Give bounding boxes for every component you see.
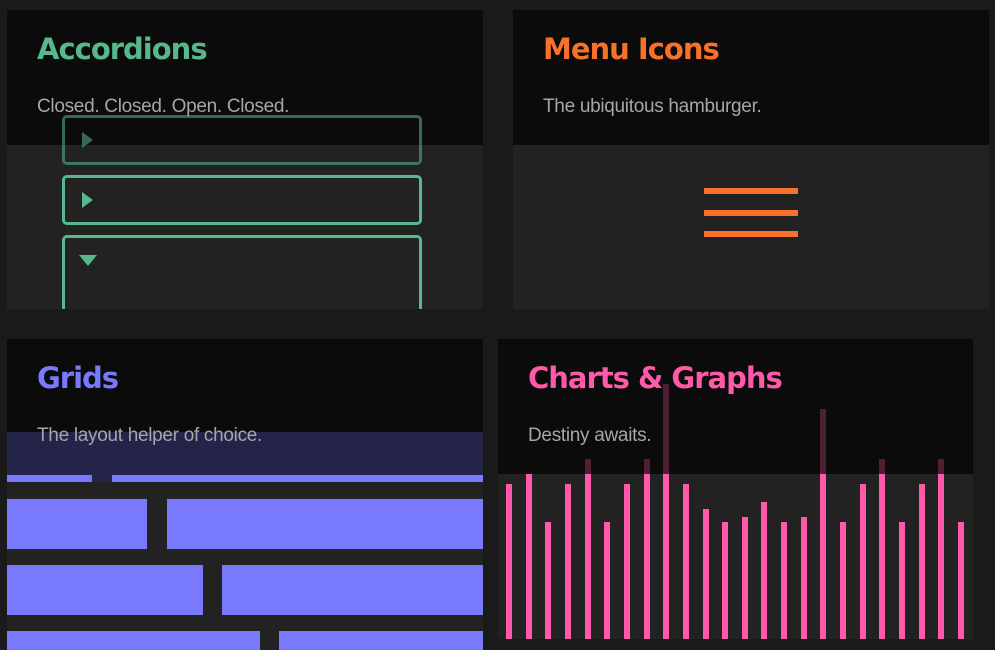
triangle-down-icon [79,255,97,266]
chart-bar [918,484,925,639]
chart-bar [761,502,768,639]
card-description: The ubiquitous hamburger. [543,96,762,117]
card-description: Closed. Closed. Open. Closed. [37,96,290,117]
accordion-item-1[interactable] [62,115,422,165]
card-description: The layout helper of choice. [37,425,263,446]
chart-bar [741,517,748,639]
hamburger-bar [704,210,798,216]
chart-bar [702,509,709,639]
chart-bar [820,474,827,639]
accordion-item-3[interactable] [62,235,422,309]
chart-bar [506,484,512,639]
card-title: Grids [37,361,119,395]
grids-card[interactable]: Grids The layout helper of choice. [7,339,483,650]
card-title: Menu Icons [543,32,720,66]
chart-bar [781,522,788,639]
chart-bar [682,484,689,639]
menu-icons-card[interactable]: Menu Icons The ubiquitous hamburger. [513,10,989,309]
chart-bar [957,522,964,639]
triangle-right-icon [82,132,93,148]
charts-card[interactable]: Charts & Graphs Destiny awaits. [498,339,973,639]
grid-cell [7,631,260,650]
chart-bar [938,474,945,639]
grid-cell [167,499,483,549]
chart-bar [525,474,532,639]
chart-bar [899,522,905,639]
chart-bar [604,522,611,639]
chart-bar [879,474,886,639]
grid-cell [7,475,92,482]
hamburger-bar [704,188,798,194]
chart-bar [584,474,591,639]
chart-bar [623,484,630,639]
grid-cell [112,475,483,482]
chart-bar [800,517,807,639]
accordions-card[interactable]: Accordions Closed. Closed. Open. Closed. [7,10,483,309]
accordion-item-2[interactable] [62,175,422,225]
card-title: Charts & Graphs [528,361,783,395]
chart-bar [859,484,866,639]
menu-icons-card-header [513,10,989,145]
card-description: Destiny awaits. [528,425,652,446]
grid-cell [222,565,483,615]
grid-cell [279,631,483,650]
chart-bar [722,522,729,639]
chart-bar [643,474,650,639]
chart-bar [564,484,571,639]
chart-bar [663,474,670,639]
card-title: Accordions [37,32,208,66]
hamburger-bar [704,231,798,237]
triangle-right-icon [82,192,93,208]
chart-bar [545,522,552,639]
grid-cell [7,565,203,615]
chart-bar [840,522,847,639]
grid-cell [7,499,147,549]
